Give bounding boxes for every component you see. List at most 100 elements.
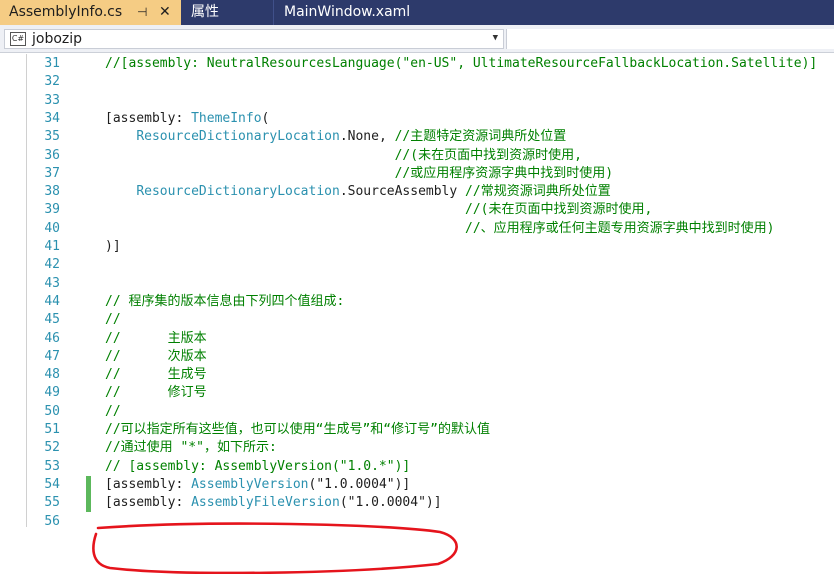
line-number: 35 xyxy=(44,129,60,145)
code-text: //(未在页面中找到资源时使用, xyxy=(105,147,582,165)
code-text: [assembly: ThemeInfo( xyxy=(105,110,269,128)
tab-mainwindow[interactable]: MainWindow.xaml xyxy=(275,0,474,25)
line-number: 48 xyxy=(44,367,60,383)
line-number: 36 xyxy=(44,147,60,163)
code-token: //、应用程序或任何主题专用资源字典中找到时使用) xyxy=(465,220,775,236)
chevron-down-icon[interactable]: ▼ xyxy=(493,33,498,43)
code-text: //(未在页面中找到资源时使用, xyxy=(105,201,652,219)
project-dropdown[interactable]: C# jobozip ▼ xyxy=(4,29,504,49)
code-line[interactable]: 34 [assembly: ThemeInfo( xyxy=(0,110,834,128)
code-line[interactable]: 44 // 程序集的版本信息由下列四个值组成: xyxy=(0,293,834,311)
pin-icon[interactable]: ⊣ xyxy=(137,0,147,25)
code-text: //、应用程序或任何主题专用资源字典中找到时使用) xyxy=(105,220,775,238)
code-line[interactable]: 53 // [assembly: AssemblyVersion("1.0.*")… xyxy=(0,458,834,476)
code-line[interactable]: 35 ResourceDictionaryLocation.None, //主题… xyxy=(0,128,834,146)
tab-mainwindow-label: MainWindow.xaml xyxy=(284,4,411,20)
code-text: //通过使用 "*"，如下所示: xyxy=(105,439,277,457)
csharp-icon: C# xyxy=(10,32,26,46)
code-line[interactable]: 45 // xyxy=(0,311,834,329)
code-line[interactable]: 41)] xyxy=(0,238,834,256)
code-line[interactable]: 42 xyxy=(0,256,834,274)
code-line[interactable]: 50 // xyxy=(0,403,834,421)
line-number: 56 xyxy=(44,513,60,529)
code-token: // 主版本 xyxy=(105,330,207,346)
tab-properties-label: 属性 xyxy=(191,4,219,20)
code-line[interactable]: 51 //可以指定所有这些值，也可以使用“生成号”和“修订号”的默认值 xyxy=(0,421,834,439)
code-line[interactable]: 52 //通过使用 "*"，如下所示: xyxy=(0,439,834,457)
code-token: .None, xyxy=(339,129,395,145)
change-marker xyxy=(86,494,91,513)
code-text: [assembly: AssemblyVersion("1.0.0004")] xyxy=(105,476,410,494)
code-text: ResourceDictionaryLocation.None, //主题特定资… xyxy=(105,128,566,146)
code-line[interactable]: 36 //(未在页面中找到资源时使用, xyxy=(0,147,834,165)
code-token: //(未在页面中找到资源时使用, xyxy=(465,202,653,218)
code-token: // xyxy=(105,312,121,328)
code-token: // 程序集的版本信息由下列四个值组成: xyxy=(105,293,345,309)
code-line[interactable]: 33 xyxy=(0,92,834,110)
code-token: //主题特定资源词典所处位置 xyxy=(394,129,567,145)
code-text: // 主版本 xyxy=(105,330,207,348)
line-number: 52 xyxy=(44,440,60,456)
code-token: //[assembly: NeutralResourcesLanguage("e… xyxy=(105,56,818,71)
code-editor[interactable]: 31 //[assembly: NeutralResourcesLanguage(… xyxy=(0,54,834,574)
code-token: [assembly: xyxy=(105,110,192,126)
line-number: 38 xyxy=(44,184,60,200)
member-dropdown[interactable] xyxy=(506,29,834,49)
tab-assemblyinfo[interactable]: AssemblyInfo.cs ⊣ ✕ xyxy=(0,0,181,25)
code-token: AssemblyVersion xyxy=(191,476,309,492)
code-line[interactable]: 40 //、应用程序或任何主题专用资源字典中找到时使用) xyxy=(0,220,834,238)
code-token: ThemeInfo xyxy=(191,110,262,126)
code-line[interactable]: 31 //[assembly: NeutralResourcesLanguage(… xyxy=(0,55,834,73)
line-number: 46 xyxy=(44,330,60,346)
code-token: //常规资源词典所处位置 xyxy=(465,184,611,200)
code-line[interactable]: 46 // 主版本 xyxy=(0,330,834,348)
code-text: // xyxy=(105,311,121,329)
code-text: // 次版本 xyxy=(105,348,207,366)
code-token: [assembly: xyxy=(105,495,192,511)
code-line[interactable]: 54 [assembly: AssemblyVersion("1.0.0004")… xyxy=(0,475,834,495)
close-icon[interactable]: ✕ xyxy=(159,0,171,25)
code-line[interactable]: 49 // 修订号 xyxy=(0,384,834,402)
document-tab-bar: AssemblyInfo.cs ⊣ ✕ 属性 MainWindow.xaml xyxy=(0,0,834,25)
code-text: // 修订号 xyxy=(105,384,207,402)
highlight-annotation xyxy=(92,522,458,574)
code-line[interactable]: 39 //(未在页面中找到资源时使用, xyxy=(0,201,834,219)
line-number: 43 xyxy=(44,275,60,291)
tab-properties[interactable]: 属性 xyxy=(182,0,274,25)
line-number: 47 xyxy=(44,348,60,364)
line-number: 31 xyxy=(44,56,60,71)
line-number: 40 xyxy=(44,220,60,236)
code-line[interactable]: 55 [assembly: AssemblyFileVersion("1.0.00… xyxy=(0,494,834,513)
code-line[interactable]: 48 // 生成号 xyxy=(0,366,834,384)
code-line[interactable]: 32 xyxy=(0,73,834,91)
code-text: ResourceDictionaryLocation.SourceAssembl… xyxy=(105,183,611,201)
code-token: .SourceAssembly xyxy=(339,184,466,200)
code-token: ResourceDictionaryLocation xyxy=(136,129,340,145)
code-token: // 次版本 xyxy=(105,348,207,364)
code-line[interactable]: 38 ResourceDictionaryLocation.SourceAsse… xyxy=(0,183,834,201)
line-number: 32 xyxy=(44,74,60,90)
code-line[interactable]: 47 // 次版本 xyxy=(0,348,834,366)
code-text: //可以指定所有这些值，也可以使用“生成号”和“修订号”的默认值 xyxy=(105,421,490,439)
line-number: 33 xyxy=(44,92,60,108)
code-token: ("1.0.0004")] xyxy=(308,476,411,492)
line-number: 55 xyxy=(44,495,60,511)
project-name: jobozip xyxy=(32,31,83,47)
line-number: 49 xyxy=(44,385,60,401)
code-line[interactable]: 43 xyxy=(0,275,834,293)
line-number: 34 xyxy=(44,110,60,126)
code-text: // xyxy=(105,403,121,421)
code-token: // [assembly: AssemblyVersion("1.0.*")] xyxy=(105,458,411,474)
code-line[interactable]: 37 //或应用程序资源字典中找到时使用) xyxy=(0,165,834,183)
code-token: AssemblyFileVersion xyxy=(191,495,340,511)
code-token: // 生成号 xyxy=(105,367,207,383)
code-text: [assembly: AssemblyFileVersion("1.0.0004… xyxy=(105,494,442,512)
code-token: //通过使用 "*"，如下所示: xyxy=(105,440,277,456)
line-number: 41 xyxy=(44,239,60,254)
code-text: )] xyxy=(105,238,121,256)
